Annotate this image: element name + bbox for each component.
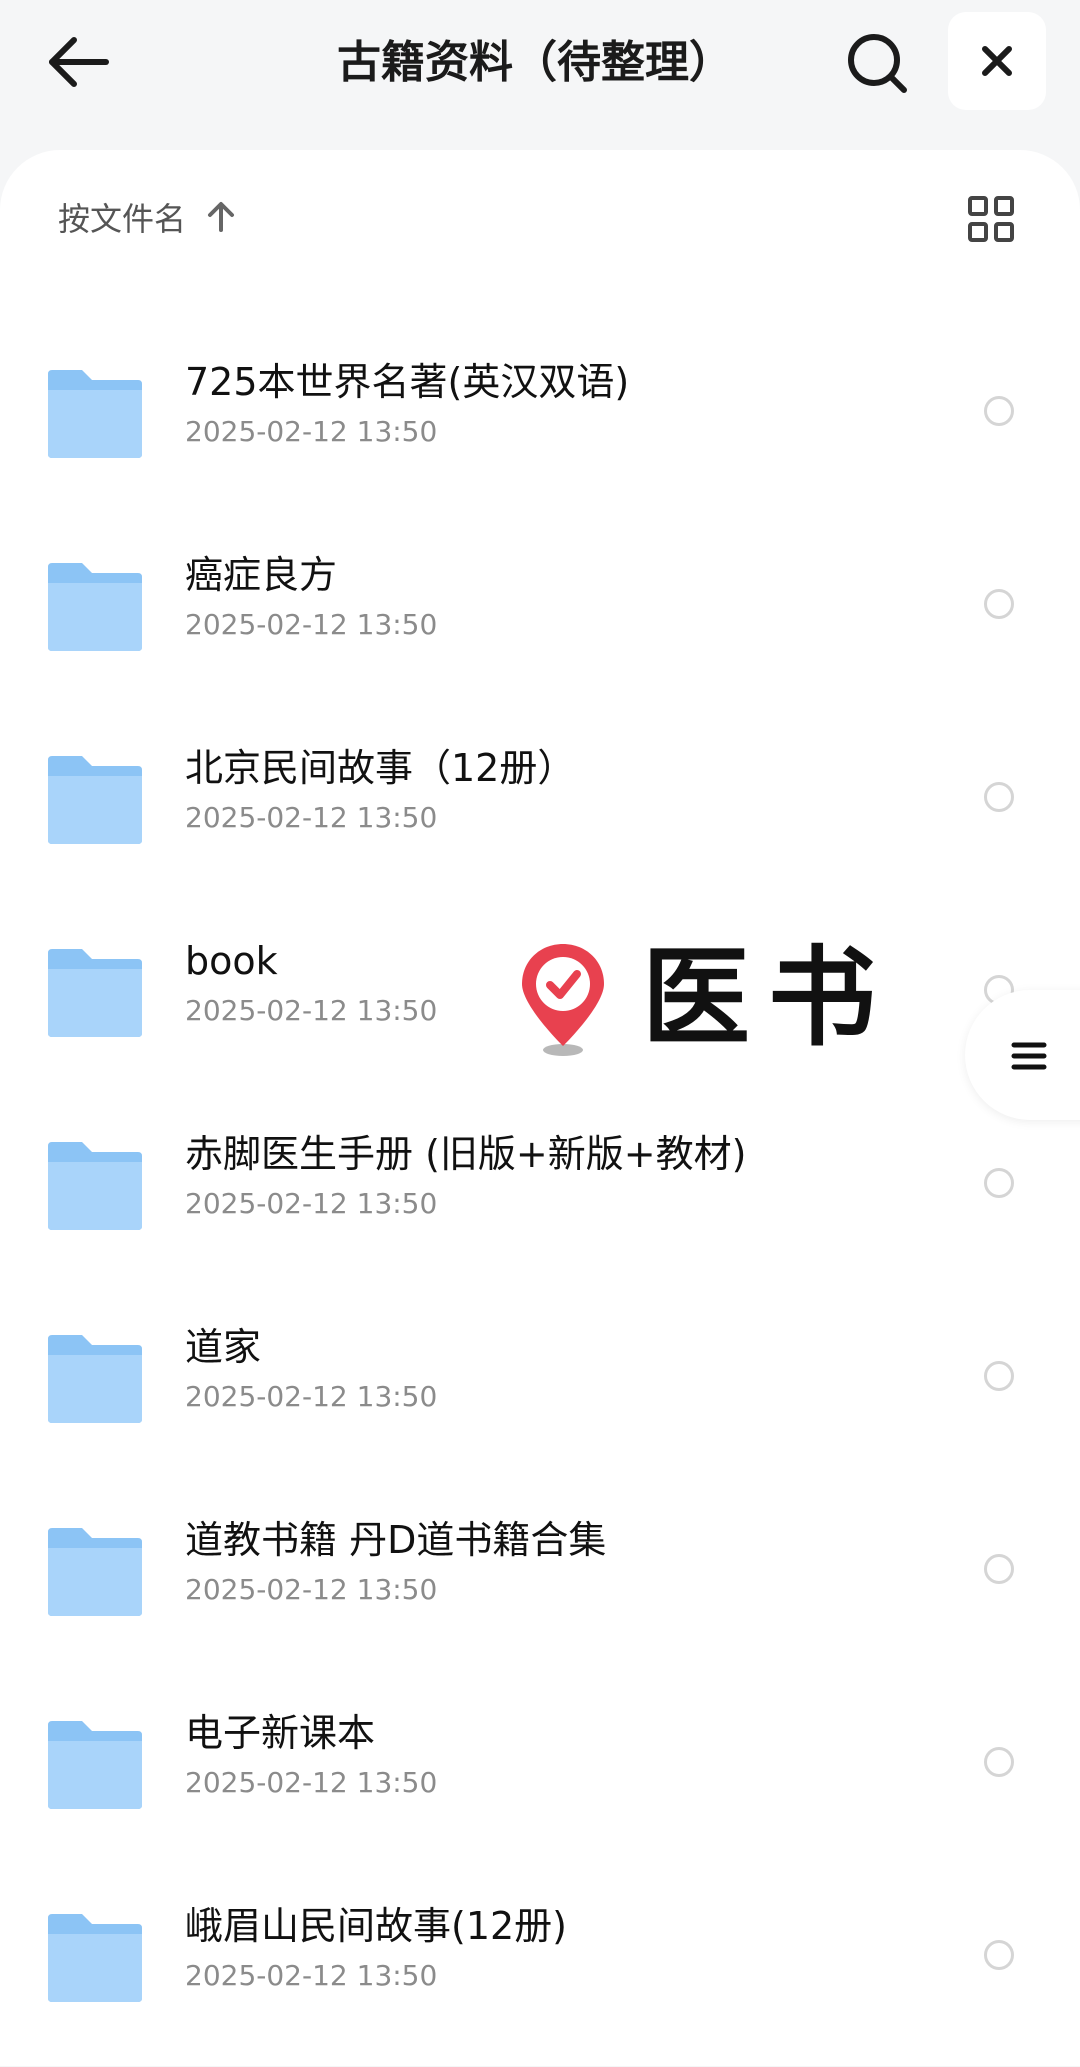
grid-view-button[interactable]	[962, 190, 1020, 248]
arrow-left-icon	[49, 37, 109, 87]
folder-icon	[48, 1335, 142, 1423]
close-icon	[982, 46, 1012, 76]
list-item[interactable]: 赤脚医生手册 (旧版+新版+教材) 2025-02-12 13:50	[0, 1102, 1080, 1295]
select-radio[interactable]	[984, 396, 1014, 426]
file-date: 2025-02-12 13:50	[185, 1573, 438, 1606]
folder-icon	[48, 370, 142, 458]
list-item[interactable]: 道教书籍 丹D道书籍合集 2025-02-12 13:50	[0, 1488, 1080, 1681]
folder-icon	[48, 1721, 142, 1809]
sort-label: 按文件名	[58, 200, 187, 238]
file-date: 2025-02-12 13:50	[185, 415, 438, 448]
close-button[interactable]	[948, 12, 1046, 110]
select-radio[interactable]	[984, 1168, 1014, 1198]
folder-icon	[48, 949, 142, 1037]
select-radio[interactable]	[984, 1361, 1014, 1391]
file-date: 2025-02-12 13:50	[185, 1187, 438, 1220]
location-check-pin-icon	[522, 944, 604, 1056]
watermark-text: 医书	[642, 936, 895, 1061]
grid-view-icon	[968, 196, 1014, 242]
list-item[interactable]: 癌症良方 2025-02-12 13:50	[0, 523, 1080, 716]
back-button[interactable]	[40, 22, 120, 102]
folder-icon	[48, 756, 142, 844]
sort-control[interactable]: 按文件名	[58, 192, 238, 242]
file-name: 725本世界名著(英汉双语)	[185, 360, 630, 404]
file-name: 道教书籍 丹D道书籍合集	[185, 1518, 607, 1562]
arrow-up-icon	[208, 202, 235, 232]
file-name: 电子新课本	[185, 1711, 376, 1755]
file-list-panel: 按文件名 725本世界名著(英汉双语) 2025-02-12 13:50 癌症良…	[0, 150, 1080, 2066]
select-radio[interactable]	[984, 1940, 1014, 1970]
file-name: 癌症良方	[185, 553, 338, 597]
list-item[interactable]: 峨眉山民间故事(12册) 2025-02-12 13:50	[0, 1874, 1080, 2067]
file-name: 峨眉山民间故事(12册)	[185, 1904, 568, 1948]
select-radio[interactable]	[984, 589, 1014, 619]
file-date: 2025-02-12 13:50	[185, 1380, 438, 1413]
search-button[interactable]	[840, 26, 916, 102]
file-date: 2025-02-12 13:50	[185, 1959, 438, 1992]
page-title: 古籍资料（待整理）	[337, 37, 733, 88]
file-name: 北京民间故事（12册）	[185, 746, 576, 790]
list-item[interactable]: 道家 2025-02-12 13:50	[0, 1295, 1080, 1488]
file-date: 2025-02-12 13:50	[185, 608, 438, 641]
watermark-overlay: 医书	[510, 940, 894, 1058]
search-icon	[848, 34, 907, 93]
file-name: 赤脚医生手册 (旧版+新版+教材)	[185, 1132, 747, 1176]
folder-icon	[48, 1142, 142, 1230]
menu-lines-icon	[1011, 1042, 1047, 1070]
file-date: 2025-02-12 13:50	[185, 801, 438, 834]
list-item[interactable]: 725本世界名著(英汉双语) 2025-02-12 13:50	[0, 330, 1080, 523]
list-item[interactable]: 北京民间故事（12册） 2025-02-12 13:50	[0, 716, 1080, 909]
file-name: 道家	[185, 1325, 262, 1369]
select-radio[interactable]	[984, 1554, 1014, 1584]
select-radio[interactable]	[984, 782, 1014, 812]
folder-icon	[48, 1914, 142, 2002]
folder-icon	[48, 563, 142, 651]
list-item[interactable]: 电子新课本 2025-02-12 13:50	[0, 1681, 1080, 1874]
file-date: 2025-02-12 13:50	[185, 1766, 438, 1799]
folder-icon	[48, 1528, 142, 1616]
app-header: 古籍资料（待整理）	[0, 0, 1080, 140]
select-radio[interactable]	[984, 1747, 1014, 1777]
